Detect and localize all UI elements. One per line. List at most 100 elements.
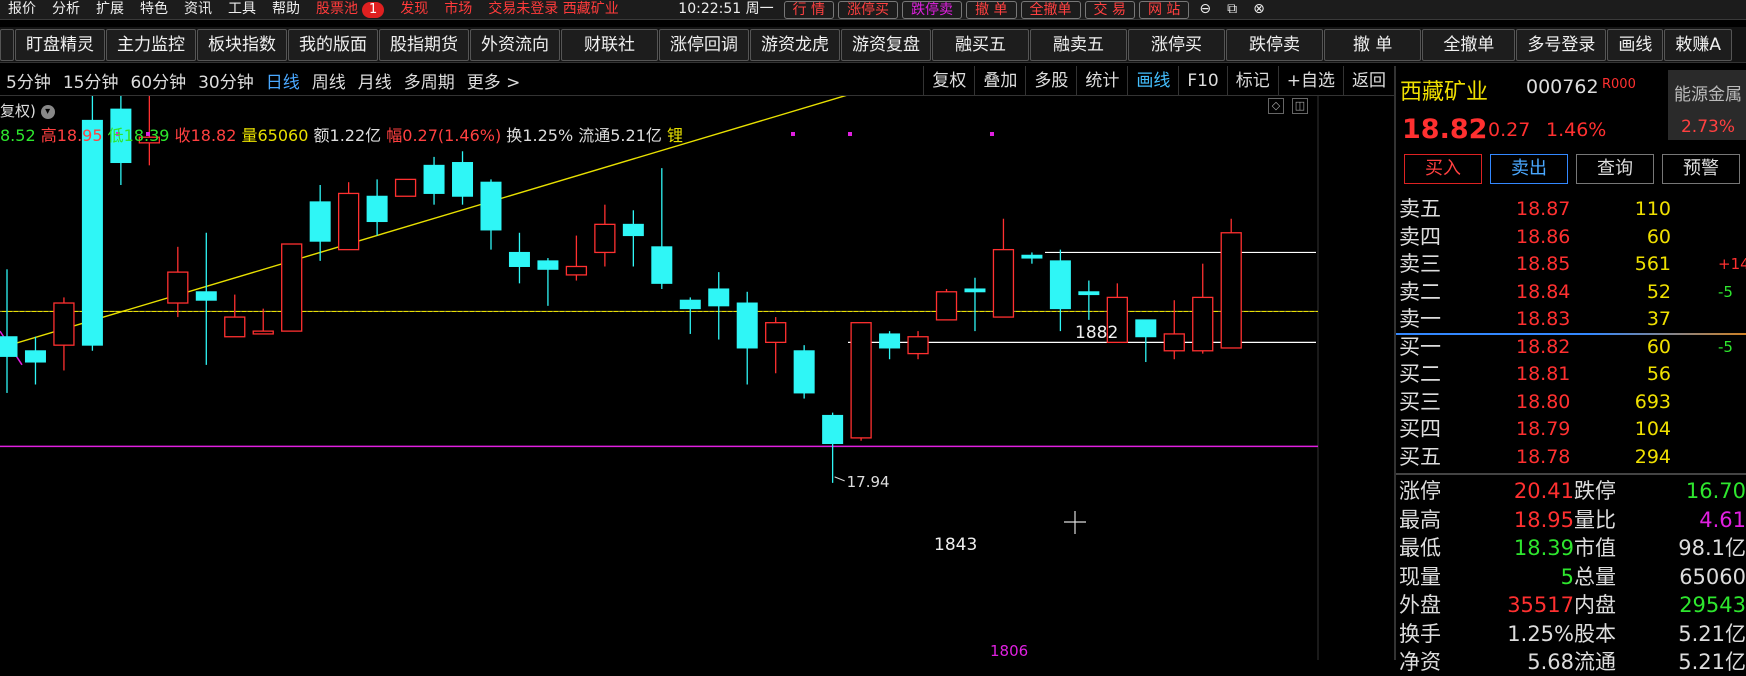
candle-body-down	[1049, 260, 1071, 310]
candle-body-up	[935, 291, 958, 321]
quote-button[interactable]: 行 情	[783, 0, 835, 19]
toolbar-cancel-all-button[interactable]: 全撤单	[1422, 28, 1516, 61]
toolbar-main-force-button[interactable]: 主力监控	[106, 28, 196, 61]
toolbar-index-futures-button[interactable]: 股指期货	[379, 28, 469, 61]
sell-button[interactable]: 卖出	[1490, 154, 1568, 184]
period-monthly[interactable]: 月线	[352, 68, 398, 93]
stock-pool-menu[interactable]: 股票池 1	[308, 0, 392, 20]
restore-icon[interactable]: ⧉	[1219, 0, 1245, 20]
trade-button[interactable]: 交 易	[1084, 0, 1135, 19]
limit-down-sell-button[interactable]: 跌停卖	[902, 0, 963, 19]
tool-adjust[interactable]: 复权	[923, 66, 974, 96]
bid-row[interactable]: 买五 18.78 294	[1396, 444, 1746, 471]
tool-multi-stock[interactable]: 多股	[1025, 66, 1076, 96]
period-weekly[interactable]: 周线	[306, 68, 352, 93]
toolbar-limit-down-sell-button[interactable]: 跌停卖	[1226, 28, 1323, 61]
menu-item-tools[interactable]: 工具	[220, 0, 264, 20]
tool-f10[interactable]: F10	[1178, 66, 1226, 96]
book-volume: 693	[1634, 390, 1671, 413]
tool-mark[interactable]: 标记	[1226, 66, 1278, 96]
toolbar-sector-index-button[interactable]: 板块指数	[197, 28, 287, 61]
panel-toggle-icon[interactable]: ◫	[1292, 98, 1308, 114]
menu-item-extend[interactable]: 扩展	[88, 0, 132, 20]
period-multi[interactable]: 多周期	[398, 68, 461, 93]
close-label: 收	[174, 126, 191, 145]
bid-row[interactable]: 买一 18.82 60 -5	[1396, 334, 1746, 361]
toolbar-earn-button[interactable]: 敕赚A	[1664, 28, 1733, 61]
menu-item-feature[interactable]: 特色	[132, 0, 176, 20]
bid-row[interactable]: 买四 18.79 104	[1396, 416, 1746, 443]
stat-label: 流通	[1574, 650, 1616, 674]
kline-chart[interactable]: 19.9317.9418.55188218431806	[0, 96, 1320, 660]
candle-body-up	[281, 243, 303, 332]
toolbar-hotmoney-dragon-button[interactable]: 游资龙虎	[750, 28, 840, 61]
period-daily[interactable]: 日线	[260, 68, 306, 93]
quote-panel: 西藏矿业 000762 R000 能源金属 2.73% 18.82 0.27 1…	[1394, 66, 1746, 674]
menu-item-news[interactable]: 资讯	[176, 0, 220, 20]
diamond-icon[interactable]: ◇	[1268, 98, 1284, 114]
toolbar-draw-button[interactable]: 画线	[1607, 28, 1664, 61]
adjust-mode: 复权)	[0, 102, 36, 120]
toolbar-margin-sell-button[interactable]: 融卖五	[1030, 28, 1127, 61]
period-5min[interactable]: 5分钟	[0, 68, 57, 93]
low-marker	[834, 476, 845, 482]
toolbar-margin-buy-button[interactable]: 融买五	[932, 28, 1029, 61]
toolbar-limit-pullback-button[interactable]: 涨停回调	[659, 28, 749, 61]
period-more[interactable]: 更多 >	[461, 68, 527, 93]
toolbar-grip	[0, 28, 14, 61]
toolbar-multi-login-button[interactable]: 多号登录	[1516, 28, 1607, 61]
chart-mode-header: 复权) ▾	[0, 100, 55, 121]
turnover-value: 1.25%	[522, 126, 574, 145]
candle-body-down	[195, 291, 217, 301]
tool-add-watchlist[interactable]: +自选	[1277, 66, 1343, 96]
ask-row[interactable]: 卖四 18.86 60	[1396, 224, 1746, 251]
toolbar-my-layout-button[interactable]: 我的版面	[288, 28, 378, 61]
menu-item-discover[interactable]: 发现	[392, 0, 436, 20]
limit-up-buy-button[interactable]: 涨停买	[838, 0, 899, 19]
alert-button[interactable]: 预警	[1662, 154, 1740, 184]
tool-overlay[interactable]: 叠加	[974, 66, 1025, 96]
toolbar-limit-up-buy-button[interactable]: 涨停买	[1128, 28, 1225, 61]
book-level-label: 卖一	[1399, 307, 1441, 331]
tool-draw-line[interactable]: 画线	[1127, 66, 1178, 96]
cancel-all-button[interactable]: 全撤单	[1020, 0, 1081, 19]
vol-label: 量	[241, 126, 258, 145]
ask-row[interactable]: 卖二 18.84 52 -5	[1396, 279, 1746, 306]
toolbar-cancel-button[interactable]: 撤 单	[1324, 28, 1422, 61]
sector-box[interactable]: 能源金属 2.73%	[1668, 70, 1746, 140]
ask-row[interactable]: 卖五 18.87 110	[1396, 196, 1746, 223]
period-30min[interactable]: 30分钟	[192, 68, 260, 93]
menu-item-help[interactable]: 帮助	[264, 0, 308, 20]
period-15min[interactable]: 15分钟	[57, 68, 125, 93]
bid-row[interactable]: 买二 18.81 56	[1396, 361, 1746, 388]
tool-statistics[interactable]: 统计	[1076, 66, 1127, 96]
menu-item-market[interactable]: 市场	[436, 0, 480, 20]
candle-body-down	[1021, 254, 1043, 259]
chevron-down-icon[interactable]: ▾	[40, 104, 55, 119]
tool-back[interactable]: 返回	[1343, 66, 1394, 96]
toolbar-cls-button[interactable]: 财联社	[561, 28, 658, 61]
toolbar-hotmoney-review-button[interactable]: 游资复盘	[841, 28, 931, 61]
menu-item-analysis[interactable]: 分析	[44, 0, 88, 20]
menu-item-quote[interactable]: 报价	[0, 0, 44, 20]
bid-row[interactable]: 买三 18.80 693	[1396, 389, 1746, 416]
float-label: 流通	[578, 126, 611, 145]
toolbar-monitor-button[interactable]: 盯盘精灵	[15, 28, 105, 61]
toolbar-foreign-flow-button[interactable]: 外资流向	[470, 28, 560, 61]
period-60min[interactable]: 60分钟	[124, 68, 192, 93]
book-level-label: 买五	[1399, 444, 1441, 469]
signal-dot	[848, 132, 852, 136]
query-button[interactable]: 查询	[1576, 154, 1654, 184]
buy-button[interactable]: 买入	[1404, 154, 1482, 184]
book-change: -5	[1718, 337, 1733, 356]
ask-row[interactable]: 卖三 18.85 561 +14	[1396, 251, 1746, 278]
cancel-order-button[interactable]: 撤 单	[966, 0, 1017, 19]
minimize-icon[interactable]: ⊖	[1191, 0, 1219, 20]
candle-body-down	[309, 201, 331, 242]
close-icon[interactable]: ⊗	[1245, 0, 1273, 20]
website-button[interactable]: 网 站	[1138, 0, 1190, 19]
vol-value: 65060	[257, 126, 309, 145]
book-price: 18.84	[1516, 280, 1571, 303]
ask-row[interactable]: 卖一 18.83 37	[1396, 306, 1746, 333]
candle-body-up	[167, 271, 189, 304]
